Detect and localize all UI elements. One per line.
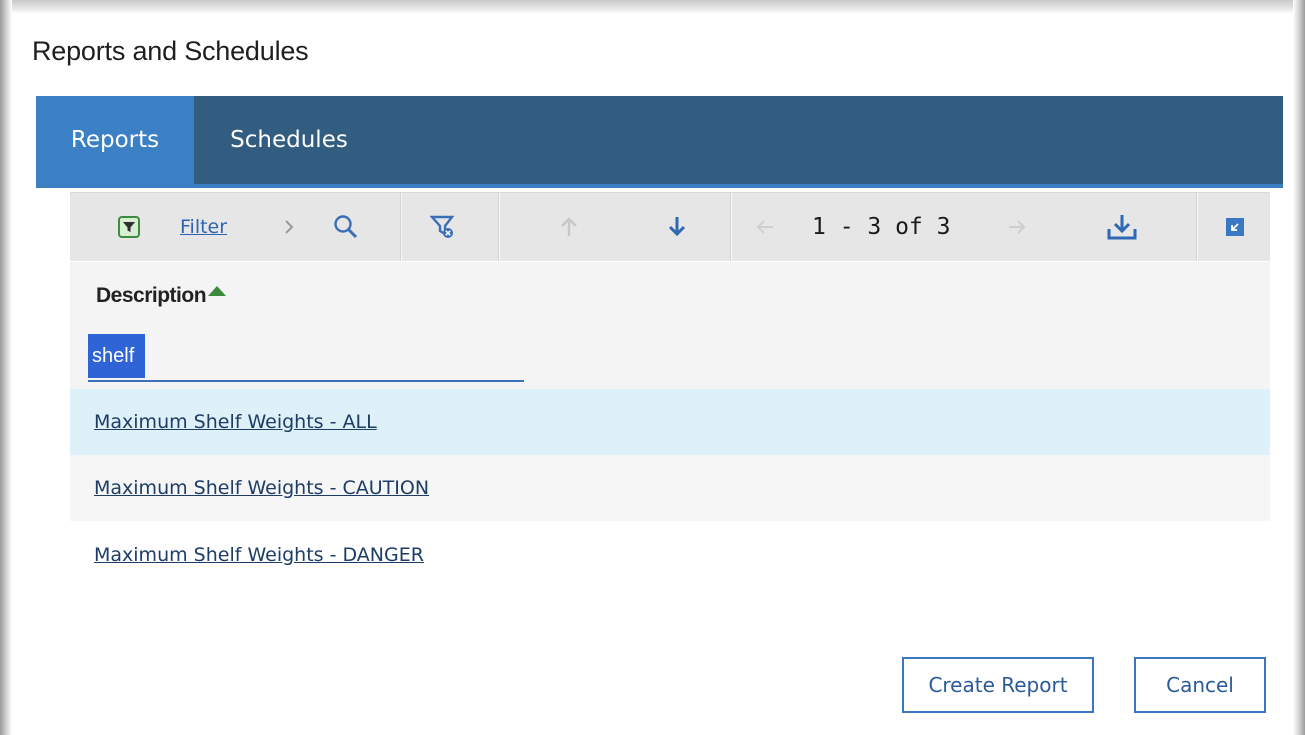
search-icon[interactable] [332,193,360,261]
filter-icon[interactable] [118,193,140,261]
dialog-edge-left [0,0,12,735]
dialog-edge-right [1293,0,1305,735]
create-report-button[interactable]: Create Report [902,657,1094,713]
report-link[interactable]: Maximum Shelf Weights - CAUTION [94,477,429,499]
arrow-left-icon[interactable] [754,193,776,261]
tab-schedules[interactable]: Schedules [194,96,384,184]
arrow-down-icon[interactable] [666,193,688,261]
pager-text: 1 - 3 of 3 [812,214,951,240]
table-row[interactable]: Maximum Shelf Weights - DANGER [70,522,1270,588]
toolbar-divider [730,193,732,261]
table-toolbar: Filter 1 - 3 of 3 [70,192,1270,261]
toolbar-divider [498,193,500,261]
download-icon[interactable] [1106,193,1138,261]
sort-ascending-icon[interactable] [208,286,227,296]
arrow-up-icon[interactable] [558,193,580,261]
arrow-right-icon[interactable] [1006,193,1028,261]
filter-input-value: shelf [88,334,145,378]
table-row[interactable]: Maximum Shelf Weights - CAUTION [70,455,1270,521]
description-filter-input[interactable]: shelf [88,328,524,382]
column-header-label: Description [96,284,207,307]
column-header: Description shelf [70,262,1270,389]
table-row[interactable]: Maximum Shelf Weights - ALL [70,389,1270,455]
tab-bar: Reports Schedules [36,96,1283,188]
chevron-right-icon[interactable] [282,193,296,261]
column-header-description[interactable]: Description [96,284,227,308]
tab-reports[interactable]: Reports [36,96,194,184]
toolbar-divider [1196,193,1198,261]
collapse-icon[interactable] [1226,193,1244,261]
filter-link[interactable]: Filter [180,193,227,261]
cancel-button[interactable]: Cancel [1134,657,1266,713]
dialog-edge-top [0,0,1305,14]
report-link[interactable]: Maximum Shelf Weights - ALL [94,411,377,433]
clear-filter-icon[interactable] [430,193,456,261]
report-link[interactable]: Maximum Shelf Weights - DANGER [94,544,424,566]
report-dialog: Reports and Schedules Reports Schedules … [0,0,1305,735]
toolbar-divider [400,193,402,261]
dialog-title: Reports and Schedules [32,36,309,66]
